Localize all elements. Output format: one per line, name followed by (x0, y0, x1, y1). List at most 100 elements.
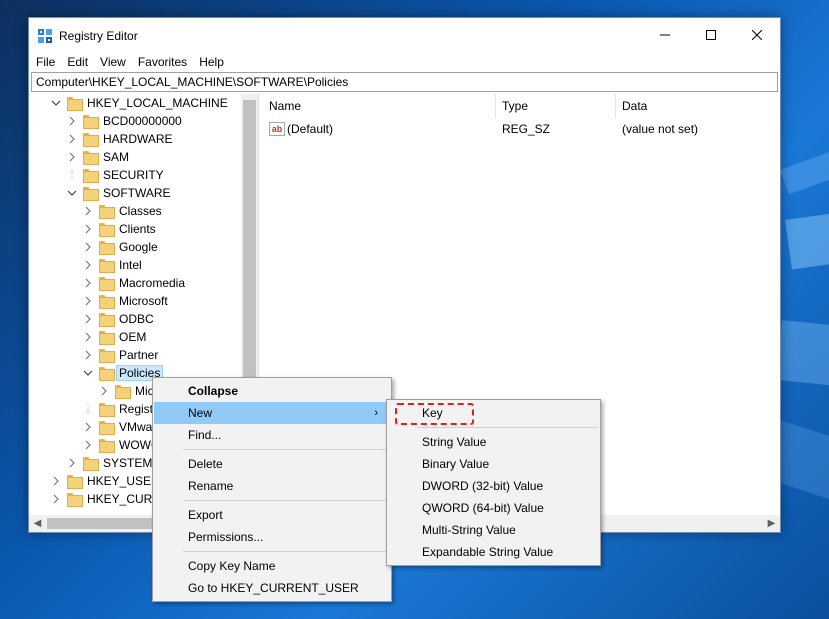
scroll-right-icon[interactable]: ▶ (763, 515, 780, 532)
tree-node[interactable]: Google (83, 238, 160, 256)
tree-node-label: Regist (119, 402, 154, 416)
folder-icon (67, 96, 83, 111)
tree-node-label: SECURITY (103, 168, 164, 182)
tree-node[interactable]: HKEY_LOCAL_MACHINE (51, 94, 230, 112)
menu-item-collapse[interactable]: Collapse (154, 380, 390, 402)
value-row[interactable]: ab (Default) REG_SZ (value not set) (263, 120, 780, 138)
chevron-right-icon[interactable] (67, 116, 77, 126)
menu-help[interactable]: Help (193, 52, 230, 72)
menu-item-qword-64-bit-value[interactable]: QWORD (64-bit) Value (388, 497, 599, 519)
tree-node[interactable]: SECURITY (67, 166, 166, 184)
scroll-left-icon[interactable]: ◀ (29, 515, 46, 532)
tree-node-label: Microsoft (119, 294, 168, 308)
chevron-right-icon[interactable] (51, 476, 61, 486)
tree-node[interactable]: VMwa (83, 418, 154, 436)
tree-node[interactable]: Macromedia (83, 274, 187, 292)
close-button[interactable] (734, 18, 780, 52)
tree-node-label: Partner (119, 348, 159, 362)
menu-item-permissions[interactable]: Permissions... (154, 526, 390, 548)
menu-edit[interactable]: Edit (61, 52, 94, 72)
folder-icon (83, 132, 99, 147)
tree-node-label: Clients (119, 222, 156, 236)
folder-icon (99, 276, 115, 291)
menu-item-label: Rename (188, 479, 234, 493)
chevron-down-icon[interactable] (67, 188, 77, 198)
menu-item-dword-32-bit-value[interactable]: DWORD (32-bit) Value (388, 475, 599, 497)
tree-node[interactable]: Intel (83, 256, 144, 274)
tree-node[interactable]: Partner (83, 346, 160, 364)
chevron-right-icon[interactable] (83, 242, 93, 252)
folder-icon (67, 492, 83, 507)
menu-item-new[interactable]: New › (154, 402, 390, 424)
menu-item-find[interactable]: Find... (154, 424, 390, 446)
tree-node[interactable]: HARDWARE (67, 130, 175, 148)
tree-node[interactable]: SYSTEM (67, 454, 154, 472)
folder-icon (99, 222, 115, 237)
title-bar[interactable]: Registry Editor (29, 18, 780, 52)
scrollbar-thumb[interactable] (243, 100, 256, 400)
folder-icon (99, 330, 115, 345)
menu-item-export[interactable]: Export (154, 504, 390, 526)
menu-item-label: Expandable String Value (422, 545, 554, 559)
tree-node-label: SOFTWARE (103, 186, 171, 200)
folder-icon (99, 348, 115, 363)
tree-node[interactable]: Clients (83, 220, 158, 238)
menu-item-multi-string-value[interactable]: Multi-String Value (388, 519, 599, 541)
tree-node[interactable]: ODBC (83, 310, 156, 328)
tree-node[interactable]: Microsoft (83, 292, 170, 310)
menu-item-binary-value[interactable]: Binary Value (388, 453, 599, 475)
chevron-down-icon[interactable] (51, 98, 61, 108)
chevron-down-icon[interactable] (83, 368, 93, 378)
tree-node[interactable]: Policies (83, 364, 164, 382)
key-context-menu: Collapse New › Find... Delete Rename Export Per… (152, 377, 392, 602)
chevron-right-icon[interactable] (83, 332, 93, 342)
menu-item-label: Copy Key Name (188, 559, 276, 573)
menu-item-key[interactable]: Key (388, 402, 599, 425)
chevron-right-icon[interactable] (67, 458, 77, 468)
tree-node[interactable]: OEM (83, 328, 148, 346)
chevron-right-icon[interactable] (83, 440, 93, 450)
tree-node[interactable]: Classes (83, 202, 164, 220)
chevron-right-icon[interactable] (83, 314, 93, 324)
address-bar[interactable]: Computer\HKEY_LOCAL_MACHINE\SOFTWARE\Pol… (31, 72, 778, 92)
chevron-right-icon[interactable] (67, 134, 77, 144)
menu-item-expandable-string-value[interactable]: Expandable String Value (388, 541, 599, 563)
tree-node[interactable]: Mic (99, 382, 156, 400)
tree-node[interactable]: WOW6 (83, 436, 160, 454)
chevron-right-icon[interactable] (83, 206, 93, 216)
tree-node[interactable]: SOFTWARE (67, 184, 173, 202)
tree-node-label: HKEY_LOCAL_MACHINE (87, 96, 228, 110)
tree-node[interactable]: BCD00000000 (67, 112, 184, 130)
menu-item-label: QWORD (64-bit) Value (422, 501, 544, 515)
chevron-right-icon[interactable] (83, 422, 93, 432)
tree-node[interactable]: Regist (83, 400, 155, 418)
menu-item-string-value[interactable]: String Value (388, 431, 599, 453)
chevron-right-icon[interactable] (83, 260, 93, 270)
chevron-right-icon[interactable] (99, 386, 109, 396)
menu-item-rename[interactable]: Rename (154, 475, 390, 497)
chevron-right-icon[interactable] (83, 224, 93, 234)
folder-icon (83, 186, 99, 201)
submenu-arrow-icon: › (374, 407, 378, 419)
minimize-button[interactable] (642, 18, 688, 52)
tree-node[interactable]: HKEY_CURR (51, 490, 163, 508)
menu-item-go-to-hkey-current-user[interactable]: Go to HKEY_CURRENT_USER (154, 577, 390, 599)
chevron-right-icon[interactable] (83, 278, 93, 288)
wallpaper-light-beam (785, 208, 829, 270)
column-header-data[interactable]: Data (616, 94, 780, 118)
menu-file[interactable]: File (29, 52, 61, 72)
menu-item-delete[interactable]: Delete (154, 453, 390, 475)
chevron-right-icon[interactable] (67, 152, 77, 162)
maximize-button[interactable] (688, 18, 734, 52)
tree-node[interactable]: SAM (67, 148, 131, 166)
menu-favorites[interactable]: Favorites (132, 52, 193, 72)
menu-view[interactable]: View (94, 52, 132, 72)
menu-item-label: Delete (188, 457, 223, 471)
column-header-type[interactable]: Type (496, 94, 616, 118)
chevron-right-icon[interactable] (83, 350, 93, 360)
chevron-right-icon[interactable] (51, 494, 61, 504)
chevron-right-icon[interactable] (83, 296, 93, 306)
column-header-name[interactable]: Name (263, 94, 496, 118)
menu-item-copy-key-name[interactable]: Copy Key Name (154, 555, 390, 577)
folder-icon (83, 150, 99, 165)
